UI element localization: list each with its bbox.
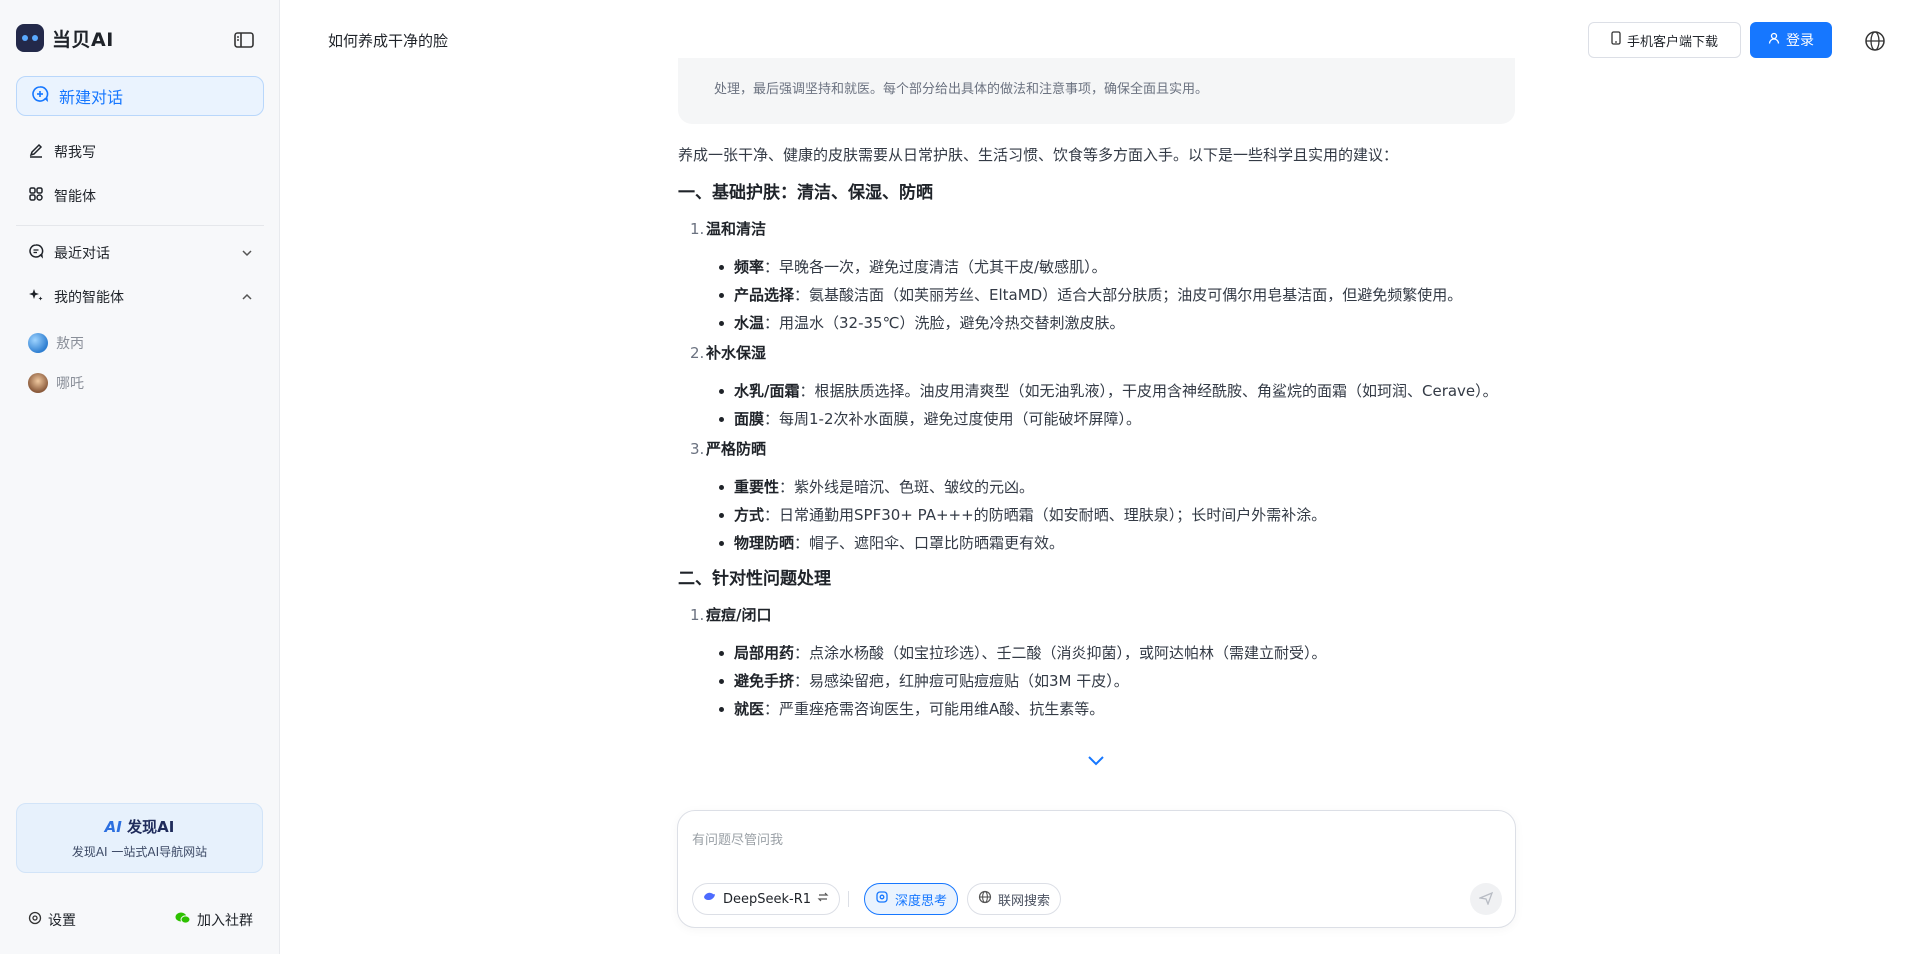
section-heading: 一、基础护肤：清洁、保湿、防晒 <box>678 183 933 203</box>
globe-icon[interactable] <box>1864 30 1886 52</box>
deep-think-label: 深度思考 <box>895 893 948 909</box>
list-item: 水乳/面霜：根据肤质选择。油皮用清爽型（如无油乳液），干皮用含神经酰胺、角鲨烷的… <box>678 379 1515 403</box>
agent-name: 敖丙 <box>56 336 84 352</box>
download-app-button[interactable]: 手机客户端下载 <box>1588 22 1741 58</box>
new-chat-icon <box>31 85 49 107</box>
swap-icon <box>817 891 829 907</box>
list-item: 面膜：每周1-2次补水面膜，避免过度使用（可能破坏屏障）。 <box>678 407 1515 431</box>
settings-label: 设置 <box>48 913 76 929</box>
settings-button[interactable]: 设置 <box>28 910 76 930</box>
list-item: 重要性：紫外线是暗沉、色斑、皱纹的元凶。 <box>678 475 1515 499</box>
sidebar-divider <box>16 225 264 226</box>
atom-icon <box>875 890 889 908</box>
sidebar-collapse-icon[interactable] <box>232 28 256 52</box>
deep-think-toggle[interactable]: 深度思考 <box>864 883 959 915</box>
section-heading: 二、针对性问题处理 <box>678 569 831 589</box>
list-item: 产品选择：氨基酸洁面（如芙丽芳丝、EltaMD）适合大部分肤质；油皮可偶尔用皂基… <box>678 283 1515 307</box>
apps-grid-icon <box>28 186 44 206</box>
promo-logo: AI 发现AI <box>104 818 175 836</box>
brand-name: 当贝AI <box>52 28 114 51</box>
promo-logo-mark-icon: AI <box>104 818 122 836</box>
sidebar: 当贝AI 新建对话 帮我写 智能体 最近对话 我的智能体 敖丙 哪吒 AI 发现… <box>0 0 280 954</box>
list-item: 物理防晒：帽子、遮阳伞、口罩比防晒霜更有效。 <box>678 531 1515 555</box>
thinking-text: 处理，最后强调坚持和就医。每个部分给出具体的做法和注意事项，确保全面且实用。 <box>714 82 1209 97</box>
web-search-label: 联网搜索 <box>998 893 1051 909</box>
scroll-down-arrow-icon[interactable] <box>1083 749 1109 771</box>
avatar <box>28 333 48 353</box>
subsection-heading: 3. 严格防晒 <box>690 440 767 458</box>
promo-card[interactable]: AI 发现AI 发现AI 一站式AI导航网站 <box>16 803 263 873</box>
promo-subtitle: 发现AI 一站式AI导航网站 <box>71 845 208 859</box>
brand[interactable]: 当贝AI <box>16 24 114 52</box>
login-label: 登录 <box>1786 33 1814 49</box>
list-item: 就医：严重痤疮需咨询医生，可能用维A酸、抗生素等。 <box>678 697 1515 721</box>
sidebar-item-write[interactable]: 帮我写 <box>16 134 264 170</box>
send-button[interactable] <box>1470 883 1502 915</box>
web-search-toggle[interactable]: 联网搜索 <box>967 883 1062 915</box>
gear-icon <box>28 911 42 929</box>
sidebar-item-agents[interactable]: 智能体 <box>16 178 264 214</box>
my-agent-item[interactable]: 哪吒 <box>16 367 264 399</box>
sidebar-item-label: 最近对话 <box>54 246 110 262</box>
pen-icon <box>28 142 44 162</box>
sidebar-item-label: 智能体 <box>54 189 96 205</box>
avatar <box>28 373 48 393</box>
sidebar-item-recent[interactable]: 最近对话 <box>16 235 264 271</box>
answer-intro: 养成一张干净、健康的皮肤需要从日常护肤、生活习惯、饮食等多方面入手。以下是一些科… <box>678 146 1399 164</box>
user-icon <box>1768 32 1780 48</box>
sidebar-item-label: 我的智能体 <box>54 290 124 306</box>
answer-content: 养成一张干净、健康的皮肤需要从日常护肤、生活习惯、饮食等多方面入手。以下是一些科… <box>678 143 1515 721</box>
chevron-up-icon <box>240 290 254 308</box>
sidebar-item-label: 帮我写 <box>54 145 96 161</box>
subsection-heading: 1. 痘痘/闭口 <box>690 606 772 624</box>
model-label: DeepSeek-R1 <box>723 891 812 907</box>
subsection-heading: 1. 温和清洁 <box>690 220 767 238</box>
new-chat-button[interactable]: 新建对话 <box>16 76 264 116</box>
list-item: 频率：早晚各一次，避免过度清洁（尤其干皮/敏感肌）。 <box>678 255 1515 279</box>
list-item: 局部用药：点涂水杨酸（如宝拉珍选）、壬二酸（消炎抑菌），或阿达帕林（需建立耐受）… <box>678 641 1515 665</box>
conversation-title: 如何养成干净的脸 <box>328 32 449 50</box>
sidebar-item-my-agents[interactable]: 我的智能体 <box>16 279 264 315</box>
list-item: 水温：用温水（32-35℃）洗脸，避免冷热交替刺激皮肤。 <box>678 311 1515 335</box>
chat-bubble-icon <box>28 243 44 263</box>
wechat-icon <box>175 911 191 929</box>
download-label: 手机客户端下载 <box>1626 34 1718 50</box>
phone-icon <box>1611 31 1621 49</box>
globe-icon <box>978 890 992 908</box>
list-item: 方式：日常通勤用SPF30+ PA+++的防晒霜（如安耐晒、理肤泉）；长时间户外… <box>678 503 1515 527</box>
new-chat-label: 新建对话 <box>59 88 124 107</box>
sparkle-icon <box>28 287 44 307</box>
deepseek-whale-icon <box>703 891 717 907</box>
my-agent-item[interactable]: 敖丙 <box>16 327 264 359</box>
login-button[interactable]: 登录 <box>1750 22 1832 58</box>
model-selector[interactable]: DeepSeek-R1 <box>692 883 841 915</box>
subsection-heading: 2. 补水保湿 <box>690 344 767 362</box>
composer-divider <box>848 891 849 907</box>
join-community-button[interactable]: 加入社群 <box>175 910 253 930</box>
message-input[interactable] <box>692 825 1492 853</box>
join-label: 加入社群 <box>197 913 253 929</box>
send-plane-icon <box>1477 890 1494 909</box>
thinking-panel: 处理，最后强调坚持和就医。每个部分给出具体的做法和注意事项，确保全面且实用。 <box>678 58 1515 124</box>
chevron-down-icon <box>240 246 254 264</box>
chat-composer: DeepSeek-R1 深度思考 联网搜索 <box>677 810 1516 928</box>
robot-logo-icon <box>16 24 44 52</box>
agent-name: 哪吒 <box>56 376 84 392</box>
list-item: 避免手挤：易感染留疤，红肿痘可贴痘痘贴（如3M 干皮）。 <box>678 669 1515 693</box>
